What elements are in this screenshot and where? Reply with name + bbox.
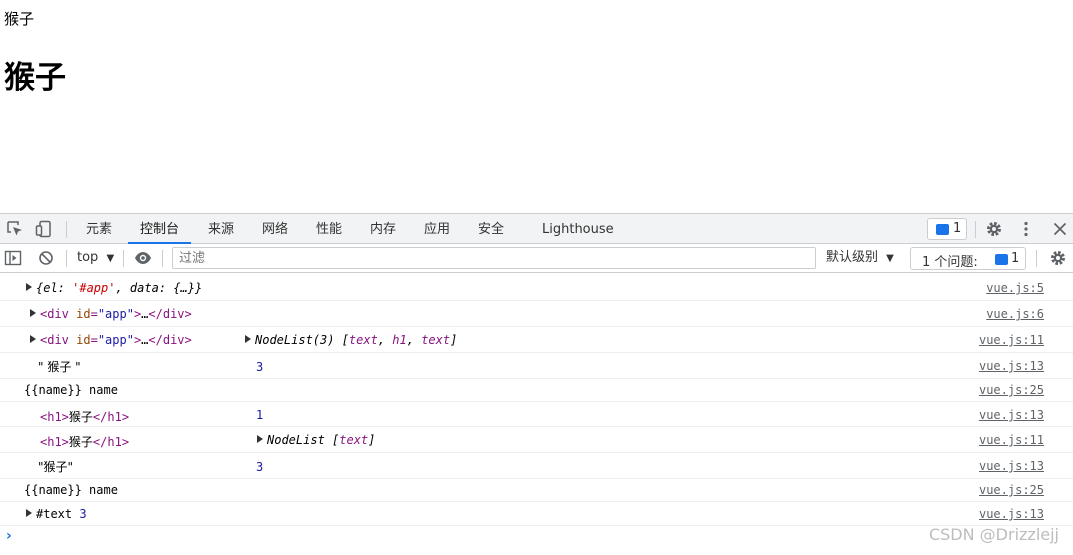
console-message[interactable]: <div id="app">…</div> NodeList(3) [text,…	[0, 327, 1073, 353]
divider	[66, 221, 67, 238]
log-text: " 猴子 "	[38, 360, 81, 374]
devtools-tabbar: 元素 控制台 来源 网络 性能 内存 应用 安全 Lighthouse 1	[0, 213, 1073, 244]
log-node[interactable]: #text 3	[26, 507, 87, 521]
source-link[interactable]: vue.js:25	[979, 483, 1044, 497]
source-link[interactable]: vue.js:13	[979, 459, 1044, 473]
tab-network[interactable]: 网络	[250, 214, 300, 244]
page-text: 猴子	[4, 10, 35, 28]
log-number: 3	[79, 507, 87, 521]
issues-count: 1	[1011, 251, 1020, 266]
issues-label: 1 个问题:	[922, 255, 978, 270]
messages-count: 1	[953, 221, 962, 236]
divider	[66, 250, 67, 267]
log-level-select[interactable]: 默认级别 ▼	[826, 244, 894, 272]
log-element[interactable]: <div id="app">…</div>	[30, 307, 192, 321]
tab-console[interactable]: 控制台	[128, 214, 192, 244]
log-number: 3	[256, 360, 264, 374]
source-link[interactable]: vue.js:13	[979, 507, 1044, 521]
nodelist-label: NodeList(3) [	[255, 333, 349, 347]
filter-input[interactable]	[172, 247, 816, 269]
source-link[interactable]: vue.js:5	[986, 281, 1044, 295]
context-label: top	[77, 250, 99, 265]
object-rest: , data: {…}}	[115, 281, 203, 295]
log-nodelist[interactable]: NodeList(3) [text, h1, text]	[245, 333, 457, 347]
console-message[interactable]: #text 3 vue.js:13	[0, 502, 1073, 526]
tab-application[interactable]: 应用	[412, 214, 462, 244]
watermark: CSDN @Drizzlejj	[928, 525, 1059, 544]
log-number: 1	[256, 408, 264, 422]
messages-button[interactable]: 1	[927, 218, 967, 240]
device-toolbar-icon[interactable]	[35, 220, 53, 238]
log-object[interactable]: {el: '#app', data: {…}}	[26, 281, 202, 295]
source-link[interactable]: vue.js:13	[979, 408, 1044, 422]
more-options-icon[interactable]	[1017, 220, 1035, 238]
nodelist-item: text	[339, 433, 369, 447]
message-icon	[995, 254, 1008, 265]
console-message[interactable]: " 猴子 " 3 vue.js:13	[0, 353, 1073, 379]
divider	[123, 250, 124, 267]
expand-triangle-icon	[26, 509, 32, 517]
expand-triangle-icon	[245, 335, 251, 343]
log-element[interactable]: <h1>猴子</h1>	[40, 433, 129, 450]
log-element[interactable]: <h1>猴子</h1>	[40, 408, 129, 425]
nodelist-item: text	[421, 333, 451, 347]
source-link[interactable]: vue.js:25	[979, 383, 1044, 397]
object-string: '#app'	[72, 281, 116, 295]
nodelist-item: text	[348, 333, 378, 347]
page-heading: 猴子	[4, 60, 66, 96]
element-text: 猴子	[68, 435, 93, 449]
inspect-element-icon[interactable]	[6, 220, 24, 238]
tab-elements[interactable]: 元素	[74, 214, 124, 244]
log-text: "猴子"	[38, 460, 74, 474]
log-nodelist[interactable]: NodeList [text]	[257, 433, 375, 447]
clear-console-icon[interactable]	[37, 249, 55, 267]
console-message[interactable]: "猴子" 3 vue.js:13	[0, 453, 1073, 479]
expand-triangle-icon	[30, 335, 36, 343]
divider	[1036, 250, 1037, 267]
context-select[interactable]: top ▼	[77, 244, 114, 272]
nodelist-label: NodeList [	[267, 433, 340, 447]
console-message[interactable]: {{name}} name vue.js:25	[0, 379, 1073, 402]
log-element[interactable]: <div id="app">…</div>	[30, 333, 192, 347]
console-toolbar: top ▼ 默认级别 ▼ 1 个问题: 1	[0, 244, 1073, 273]
source-link[interactable]: vue.js:11	[979, 433, 1044, 447]
sidebar-toggle-icon[interactable]	[4, 249, 22, 267]
console-message[interactable]: <h1>猴子</h1> NodeList [text] vue.js:11	[0, 427, 1073, 453]
log-text: {{name}} name	[24, 483, 118, 497]
console-prompt-chevron-icon[interactable]: ›	[6, 528, 12, 544]
dropdown-arrow-icon: ▼	[886, 253, 894, 264]
tab-sources[interactable]: 来源	[196, 214, 246, 244]
console-settings-gear-icon[interactable]	[1049, 249, 1067, 267]
log-number: 3	[256, 460, 264, 474]
log-text: {{name}} name	[24, 383, 118, 397]
console-message[interactable]: <div id="app">…</div> vue.js:6	[0, 301, 1073, 327]
source-link[interactable]: vue.js:11	[979, 333, 1044, 347]
expand-triangle-icon	[30, 309, 36, 317]
console-message[interactable]: {el: '#app', data: {…}} vue.js:5	[0, 275, 1073, 301]
divider	[162, 250, 163, 267]
tab-lighthouse[interactable]: Lighthouse	[530, 214, 626, 244]
console-message[interactable]: {{name}} name vue.js:25	[0, 479, 1073, 502]
source-link[interactable]: vue.js:6	[986, 307, 1044, 321]
log-level-label: 默认级别	[826, 250, 879, 265]
settings-gear-icon[interactable]	[985, 220, 1003, 238]
element-text: 猴子	[68, 410, 93, 424]
close-icon[interactable]	[1051, 220, 1069, 238]
object-key: {el:	[36, 281, 73, 295]
console-message[interactable]: <h1>猴子</h1> 1 vue.js:13	[0, 402, 1073, 427]
tab-performance[interactable]: 性能	[304, 214, 354, 244]
expand-triangle-icon	[26, 283, 32, 291]
divider	[975, 221, 976, 238]
issues-button[interactable]: 1 个问题: 1	[910, 247, 1026, 270]
tab-memory[interactable]: 内存	[358, 214, 408, 244]
message-icon	[936, 224, 949, 235]
source-link[interactable]: vue.js:13	[979, 359, 1044, 373]
dropdown-arrow-icon: ▼	[106, 253, 115, 264]
nodelist-item: h1	[392, 333, 407, 347]
live-expression-eye-icon[interactable]	[134, 249, 152, 267]
expand-triangle-icon	[257, 435, 263, 443]
tab-security[interactable]: 安全	[466, 214, 516, 244]
node-label: #text	[36, 507, 73, 521]
